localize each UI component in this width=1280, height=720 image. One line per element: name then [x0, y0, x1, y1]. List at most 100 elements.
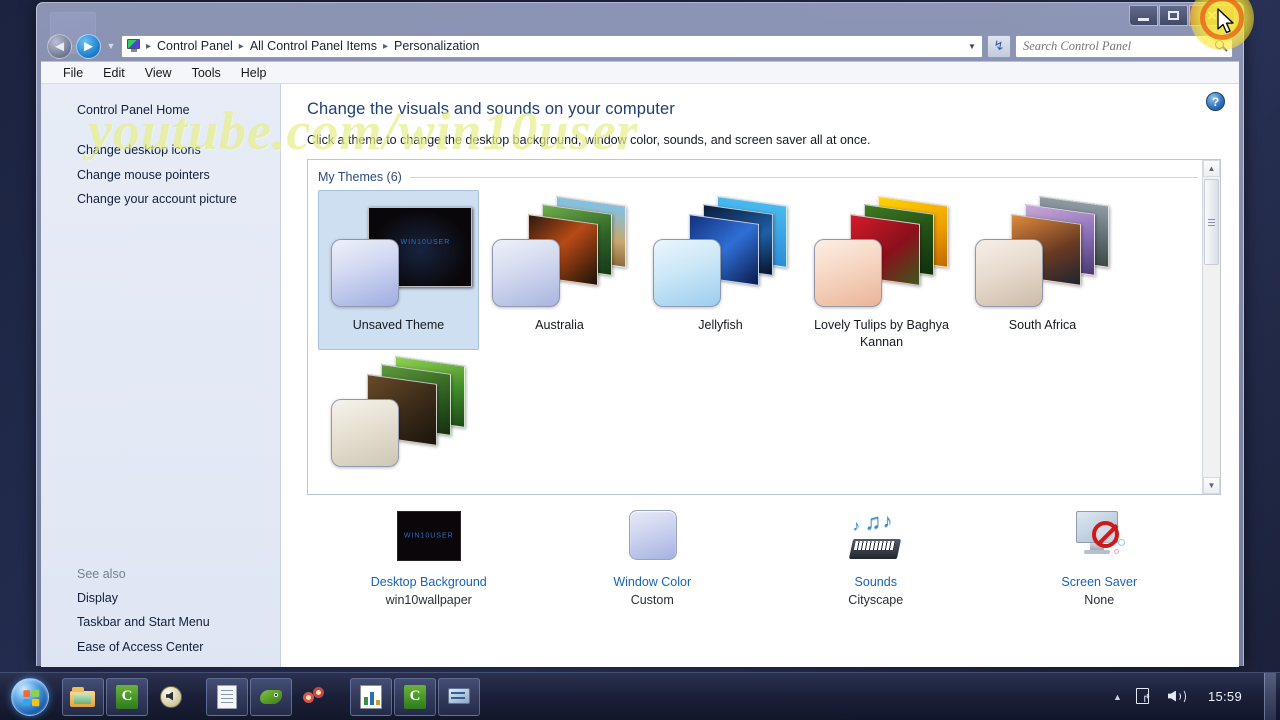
control-panel-window: ✕ ◄ ► ▼ ▸ Control Panel ▸ — [36, 2, 1244, 666]
address-bar[interactable]: ▸ Control Panel ▸ All Control Panel Item… — [121, 35, 983, 58]
scroll-up-button[interactable]: ▲ — [1203, 160, 1220, 177]
option-label[interactable]: Desktop Background — [371, 575, 487, 589]
sidebar-item-change-mouse-pointers[interactable]: Change mouse pointers — [77, 163, 280, 187]
breadcrumb-separator: ▸ — [238, 41, 245, 52]
option-window-color[interactable]: Window Color Custom — [541, 509, 765, 607]
personalization-icon — [126, 39, 142, 53]
taskbar-item-ccleaner-2[interactable]: C — [394, 678, 436, 716]
theme-item-unsaved[interactable]: WIN10USER Unsaved Theme — [318, 190, 479, 350]
back-button[interactable]: ◄ — [47, 34, 72, 59]
taskbar-buttons: C — [62, 678, 480, 716]
menu-help[interactable]: Help — [231, 64, 277, 82]
menu-view[interactable]: View — [135, 64, 182, 82]
breadcrumb-control-panel[interactable]: Control Panel — [155, 38, 235, 54]
address-dropdown-icon[interactable]: ▼ — [964, 42, 980, 51]
option-value: win10wallpaper — [386, 593, 472, 607]
themes-scrollbar[interactable]: ▲ ▼ — [1202, 160, 1220, 494]
chevron-up-icon: ▲ — [1208, 164, 1216, 173]
theme-item-south-africa[interactable]: South Africa — [962, 190, 1123, 350]
theme-group-header: My Themes (6) — [318, 170, 1198, 184]
minimize-button[interactable] — [1129, 5, 1158, 26]
taskbar-item-explorer[interactable] — [62, 678, 104, 716]
desktop-background: Computer ✕ ◄ ► — [0, 0, 1280, 720]
sidebar-item-change-account-picture[interactable]: Change your account picture — [77, 187, 280, 211]
taskbar-item-excel[interactable] — [350, 678, 392, 716]
breadcrumb-personalization[interactable]: Personalization — [392, 38, 481, 54]
taskbar-item-gears[interactable] — [294, 678, 336, 716]
clock[interactable]: 15:59 — [1198, 689, 1252, 704]
search-box[interactable] — [1015, 35, 1233, 58]
personalization-options-row: WIN10USER Desktop Background win10wallpa… — [307, 509, 1221, 607]
option-sounds[interactable]: ♪ ♫ ♪ Sounds Cityscape — [764, 509, 988, 607]
menu-edit[interactable]: Edit — [93, 64, 135, 82]
search-input[interactable] — [1023, 39, 1215, 54]
window-titlebar[interactable]: ✕ — [41, 3, 1239, 31]
help-button[interactable]: ? — [1206, 92, 1225, 111]
dragon-icon — [258, 686, 284, 708]
system-tray: ▲ ↱ 15:59 — [1113, 673, 1280, 720]
glass-preview — [492, 239, 560, 307]
option-value: Cityscape — [848, 593, 903, 607]
option-label[interactable]: Window Color — [613, 575, 691, 589]
header-rule — [410, 177, 1198, 178]
theme-name: South Africa — [1009, 317, 1076, 334]
theme-item-jellyfish[interactable]: Jellyfish — [640, 190, 801, 350]
navigation-sidebar: Control Panel Home Change desktop icons … — [41, 84, 281, 667]
sidebar-item-ease-of-access[interactable]: Ease of Access Center — [77, 635, 277, 659]
maximize-icon — [1168, 11, 1179, 20]
option-screen-saver[interactable]: Screen Saver None — [988, 509, 1212, 607]
taskbar-item-dragon[interactable] — [250, 678, 292, 716]
theme-item-australia[interactable]: Australia — [479, 190, 640, 350]
option-desktop-background[interactable]: WIN10USER Desktop Background win10wallpa… — [317, 509, 541, 607]
breadcrumb-separator: ▸ — [145, 41, 152, 52]
taskbar: C — [0, 672, 1280, 720]
refresh-button[interactable]: ↯ — [987, 35, 1011, 58]
themes-viewport: My Themes (6) — [308, 160, 1202, 494]
menu-bar: File Edit View Tools Help — [41, 61, 1239, 83]
breadcrumb-all-items[interactable]: All Control Panel Items — [248, 38, 379, 54]
show-hidden-icons-icon[interactable]: ▲ — [1113, 692, 1122, 702]
option-label[interactable]: Screen Saver — [1061, 575, 1137, 589]
close-button[interactable]: ✕ — [1189, 5, 1235, 26]
explorer-icon — [70, 687, 96, 707]
theme-item-lovely-tulips[interactable]: Lovely Tulips by Baghya Kannan — [801, 190, 962, 350]
sidebar-item-taskbar-start-menu[interactable]: Taskbar and Start Menu — [77, 610, 277, 634]
taskbar-item-volume-app[interactable] — [150, 678, 192, 716]
glass-preview — [975, 239, 1043, 307]
sidebar-item-display[interactable]: Display — [77, 586, 277, 610]
scroll-down-button[interactable]: ▼ — [1203, 477, 1220, 494]
glass-preview — [653, 239, 721, 307]
minimize-icon — [1138, 18, 1149, 21]
network-icon[interactable]: ↱ — [1134, 687, 1154, 707]
menu-tools[interactable]: Tools — [182, 64, 231, 82]
option-value: Custom — [631, 593, 674, 607]
recent-pages-button[interactable]: ▼ — [105, 40, 117, 52]
forward-button[interactable]: ► — [76, 34, 101, 59]
sounds-icon: ♪ ♫ ♪ — [839, 509, 913, 569]
control-panel-icon — [447, 686, 471, 708]
option-label[interactable]: Sounds — [855, 575, 897, 589]
main-content: ? Change the visuals and sounds on your … — [281, 84, 1239, 667]
scrollbar-thumb[interactable] — [1204, 179, 1219, 265]
wallpaper-icon: WIN10USER — [392, 509, 466, 569]
page-subtitle: Click a theme to change the desktop back… — [307, 133, 1221, 147]
theme-item-6[interactable] — [318, 350, 479, 494]
chevron-down-icon: ▼ — [1208, 481, 1216, 490]
window-color-icon — [615, 509, 689, 569]
scrollbar-grip — [1208, 217, 1215, 228]
show-desktop-button[interactable] — [1264, 673, 1276, 720]
back-arrow-icon: ◄ — [52, 38, 67, 55]
theme-name: Australia — [535, 317, 584, 334]
ccleaner-icon: C — [116, 685, 138, 709]
taskbar-item-ccleaner[interactable]: C — [106, 678, 148, 716]
taskbar-item-control-panel[interactable] — [438, 678, 480, 716]
start-button[interactable] — [6, 676, 54, 718]
theme-name: Lovely Tulips by Baghya Kannan — [807, 317, 957, 351]
sidebar-item-change-desktop-icons[interactable]: Change desktop icons — [77, 138, 280, 162]
sidebar-item-control-panel-home[interactable]: Control Panel Home — [77, 98, 280, 122]
maximize-button[interactable] — [1159, 5, 1188, 26]
taskbar-item-notepad[interactable] — [206, 678, 248, 716]
volume-icon[interactable] — [1166, 687, 1186, 707]
notepad-icon — [217, 685, 237, 709]
menu-file[interactable]: File — [53, 64, 93, 82]
